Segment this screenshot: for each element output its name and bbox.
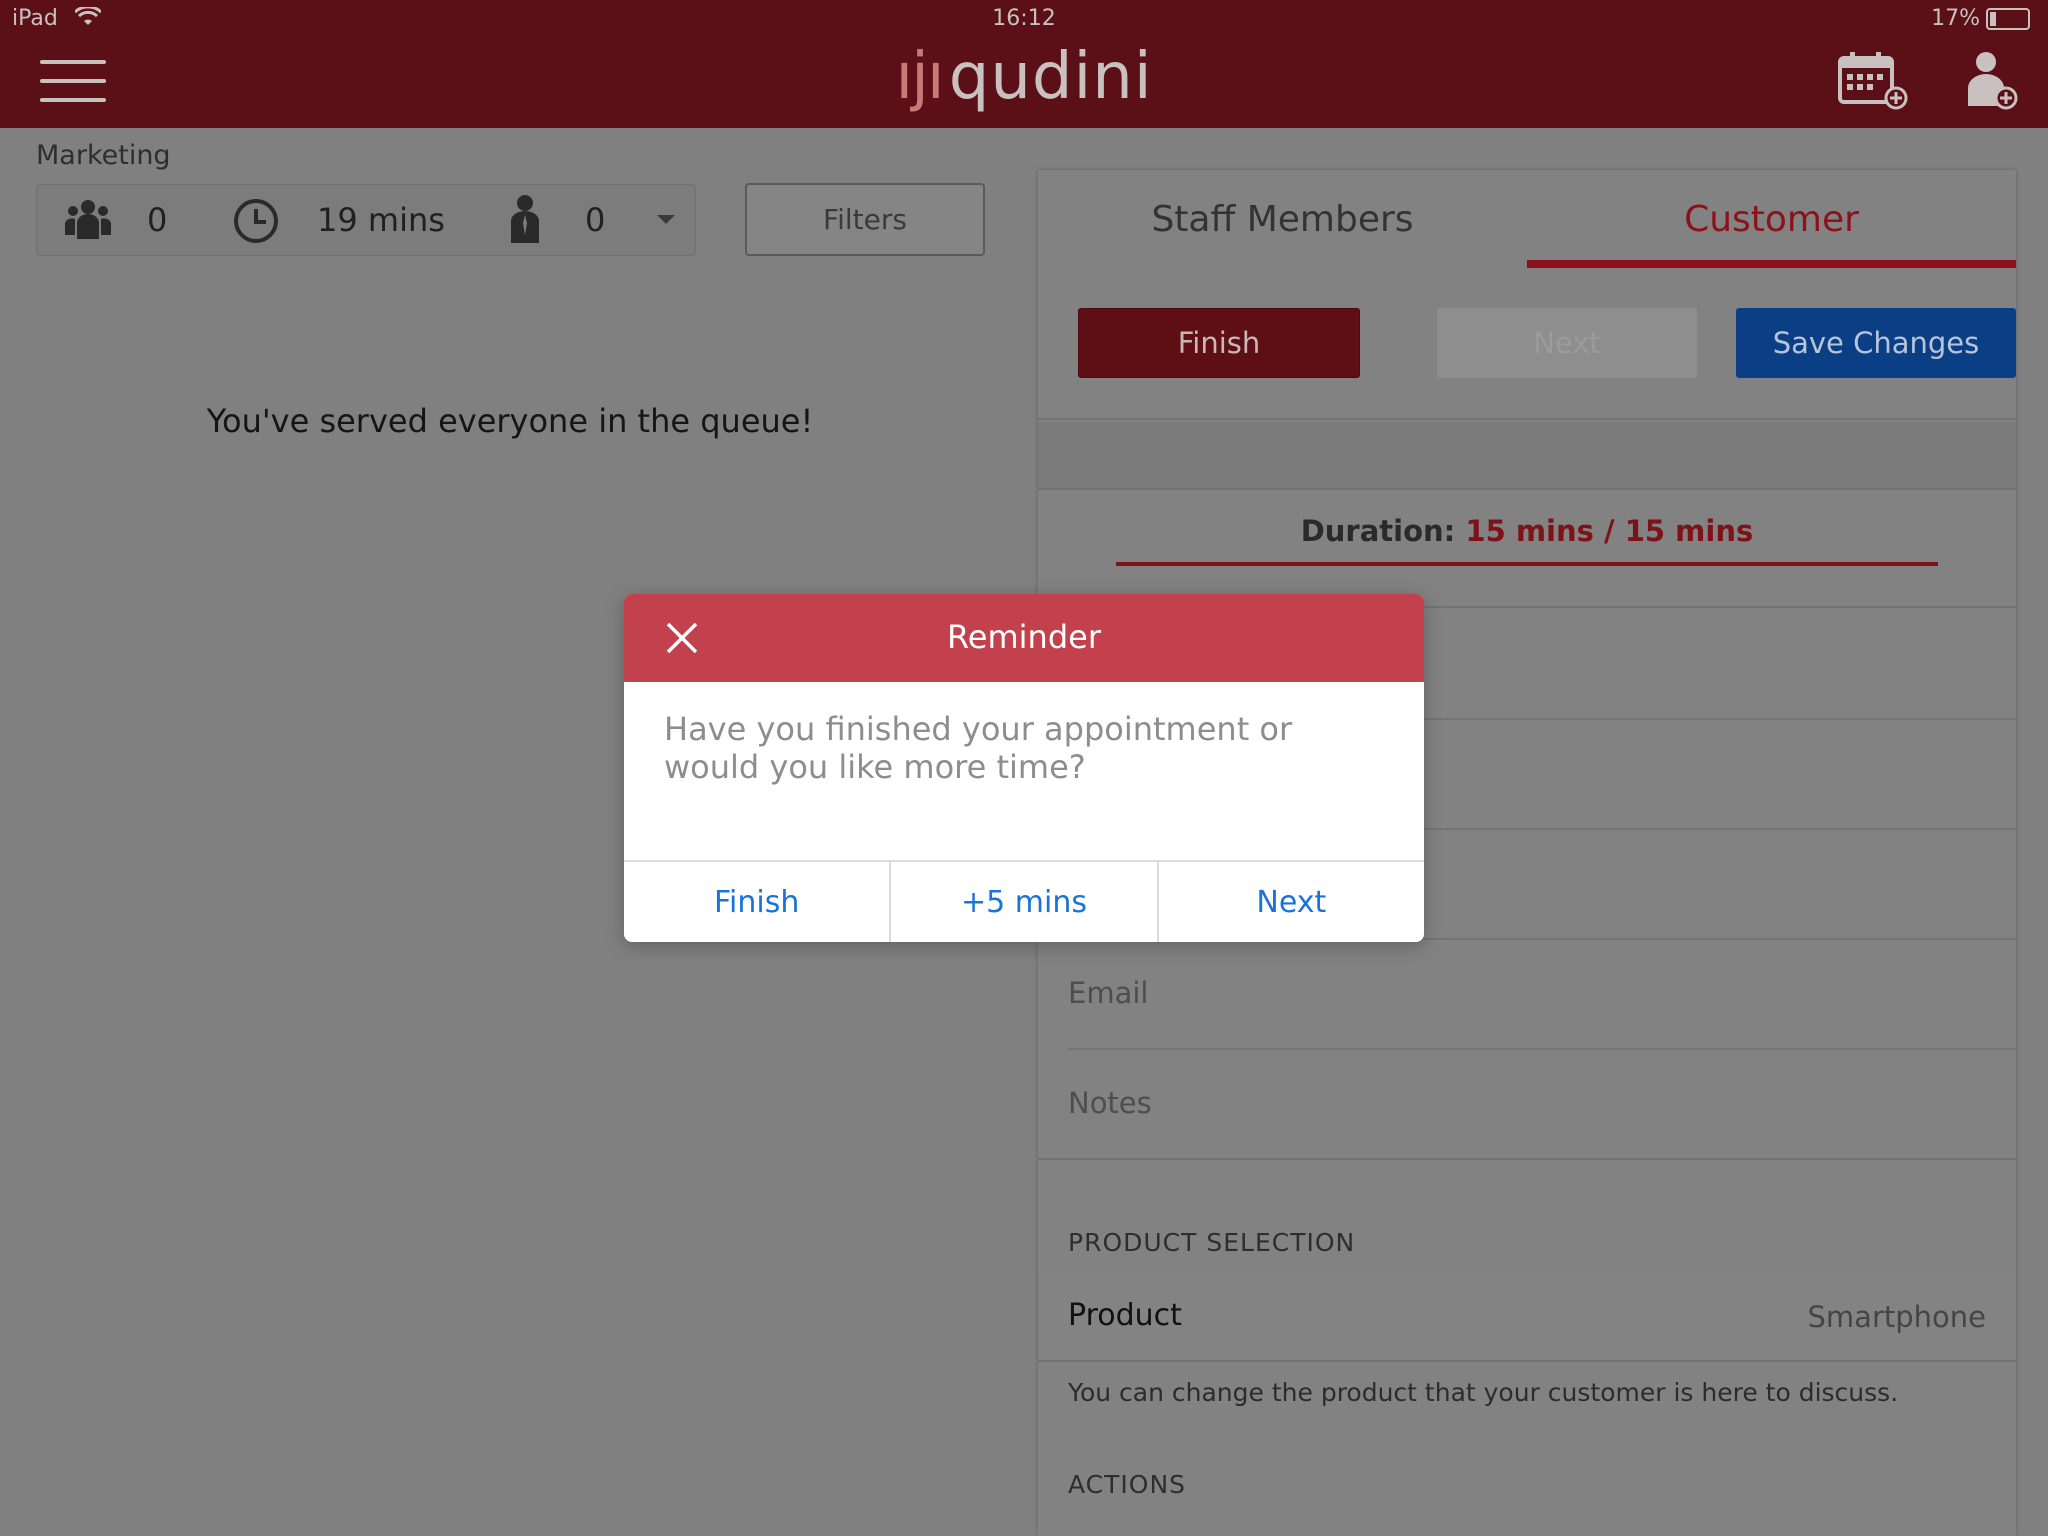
wait-time-value: 19 mins bbox=[317, 201, 445, 239]
divider bbox=[1038, 1360, 2016, 1362]
product-helper-text: You can change the product that your cus… bbox=[1068, 1378, 1899, 1407]
filters-button[interactable]: Filters bbox=[745, 183, 985, 256]
status-time: 16:12 bbox=[992, 6, 1056, 31]
staff-person-icon bbox=[511, 195, 539, 243]
dialog-message: Have you finished your appointment or wo… bbox=[664, 710, 1293, 786]
email-field[interactable]: Email bbox=[1068, 976, 1148, 1010]
add-appointment-calendar-icon[interactable] bbox=[1836, 50, 1908, 110]
qudini-logo: ıjıqudini bbox=[0, 40, 2048, 114]
app-header: iPad 16:12 17% ıjıqudini bbox=[0, 0, 2048, 128]
add-5-mins-button[interactable]: +5 mins bbox=[889, 862, 1156, 942]
duration-label: Duration: bbox=[1300, 514, 1456, 548]
wait-time-stat bbox=[233, 198, 279, 244]
duration-progress-line bbox=[1116, 562, 1938, 566]
actions-header: ACTIONS bbox=[1068, 1470, 1187, 1499]
logo-text: qudini bbox=[948, 40, 1153, 114]
duration-separator: / bbox=[1604, 514, 1615, 548]
product-row[interactable]: Product Smartphone bbox=[1038, 1272, 2016, 1360]
duration-elapsed: 15 mins bbox=[1465, 514, 1594, 548]
dialog-buttons: Finish +5 mins Next bbox=[624, 860, 1424, 942]
dialog-finish-button[interactable]: Finish bbox=[624, 862, 889, 942]
customers-stat bbox=[65, 199, 111, 241]
queue-name: Marketing bbox=[36, 140, 171, 171]
queue-stats-bar[interactable]: 0 19 mins 0 bbox=[36, 184, 696, 256]
notes-field[interactable]: Notes bbox=[1068, 1086, 1152, 1120]
divider bbox=[1038, 1158, 2016, 1160]
staff-count: 0 bbox=[585, 201, 606, 239]
dialog-header: Reminder bbox=[624, 594, 1424, 682]
battery-icon bbox=[1986, 7, 2030, 30]
save-changes-button[interactable]: Save Changes bbox=[1736, 308, 2016, 378]
status-battery: 17% bbox=[1931, 6, 2030, 31]
finish-button[interactable]: Finish bbox=[1078, 308, 1360, 378]
staff-stat bbox=[509, 195, 541, 245]
appointment-duration: Duration: 15 mins / 15 mins bbox=[1038, 514, 2016, 548]
customers-count: 0 bbox=[147, 201, 168, 239]
divider bbox=[1038, 488, 2016, 490]
reminder-dialog: Reminder Have you finished your appointm… bbox=[624, 594, 1424, 942]
clock-icon bbox=[234, 199, 278, 243]
product-selection-header: PRODUCT SELECTION bbox=[1068, 1228, 1356, 1257]
divider bbox=[1038, 418, 2016, 420]
dialog-title: Reminder bbox=[947, 618, 1101, 656]
add-customer-icon[interactable] bbox=[1960, 50, 2032, 110]
chevron-down-icon[interactable] bbox=[655, 213, 677, 227]
next-button[interactable]: Next bbox=[1437, 308, 1697, 378]
logo-mark: ıjı bbox=[895, 40, 944, 114]
field-underline bbox=[1068, 1048, 2016, 1050]
product-value: Smartphone bbox=[1807, 1300, 1986, 1334]
duration-total: 15 mins bbox=[1624, 514, 1754, 548]
battery-percent: 17% bbox=[1931, 6, 1980, 31]
group-icon bbox=[65, 200, 111, 239]
dialog-next-button[interactable]: Next bbox=[1156, 862, 1424, 942]
spacer-band bbox=[1038, 422, 2016, 490]
panel-tabs: Staff Members Customer bbox=[1038, 170, 2016, 268]
action-buttons: Finish Next Save Changes bbox=[1078, 308, 2016, 378]
product-label: Product bbox=[1068, 1298, 1182, 1333]
tab-customer[interactable]: Customer bbox=[1527, 170, 2016, 268]
empty-queue-message: You've served everyone in the queue! bbox=[206, 402, 814, 440]
tab-staff-members[interactable]: Staff Members bbox=[1038, 170, 1527, 268]
